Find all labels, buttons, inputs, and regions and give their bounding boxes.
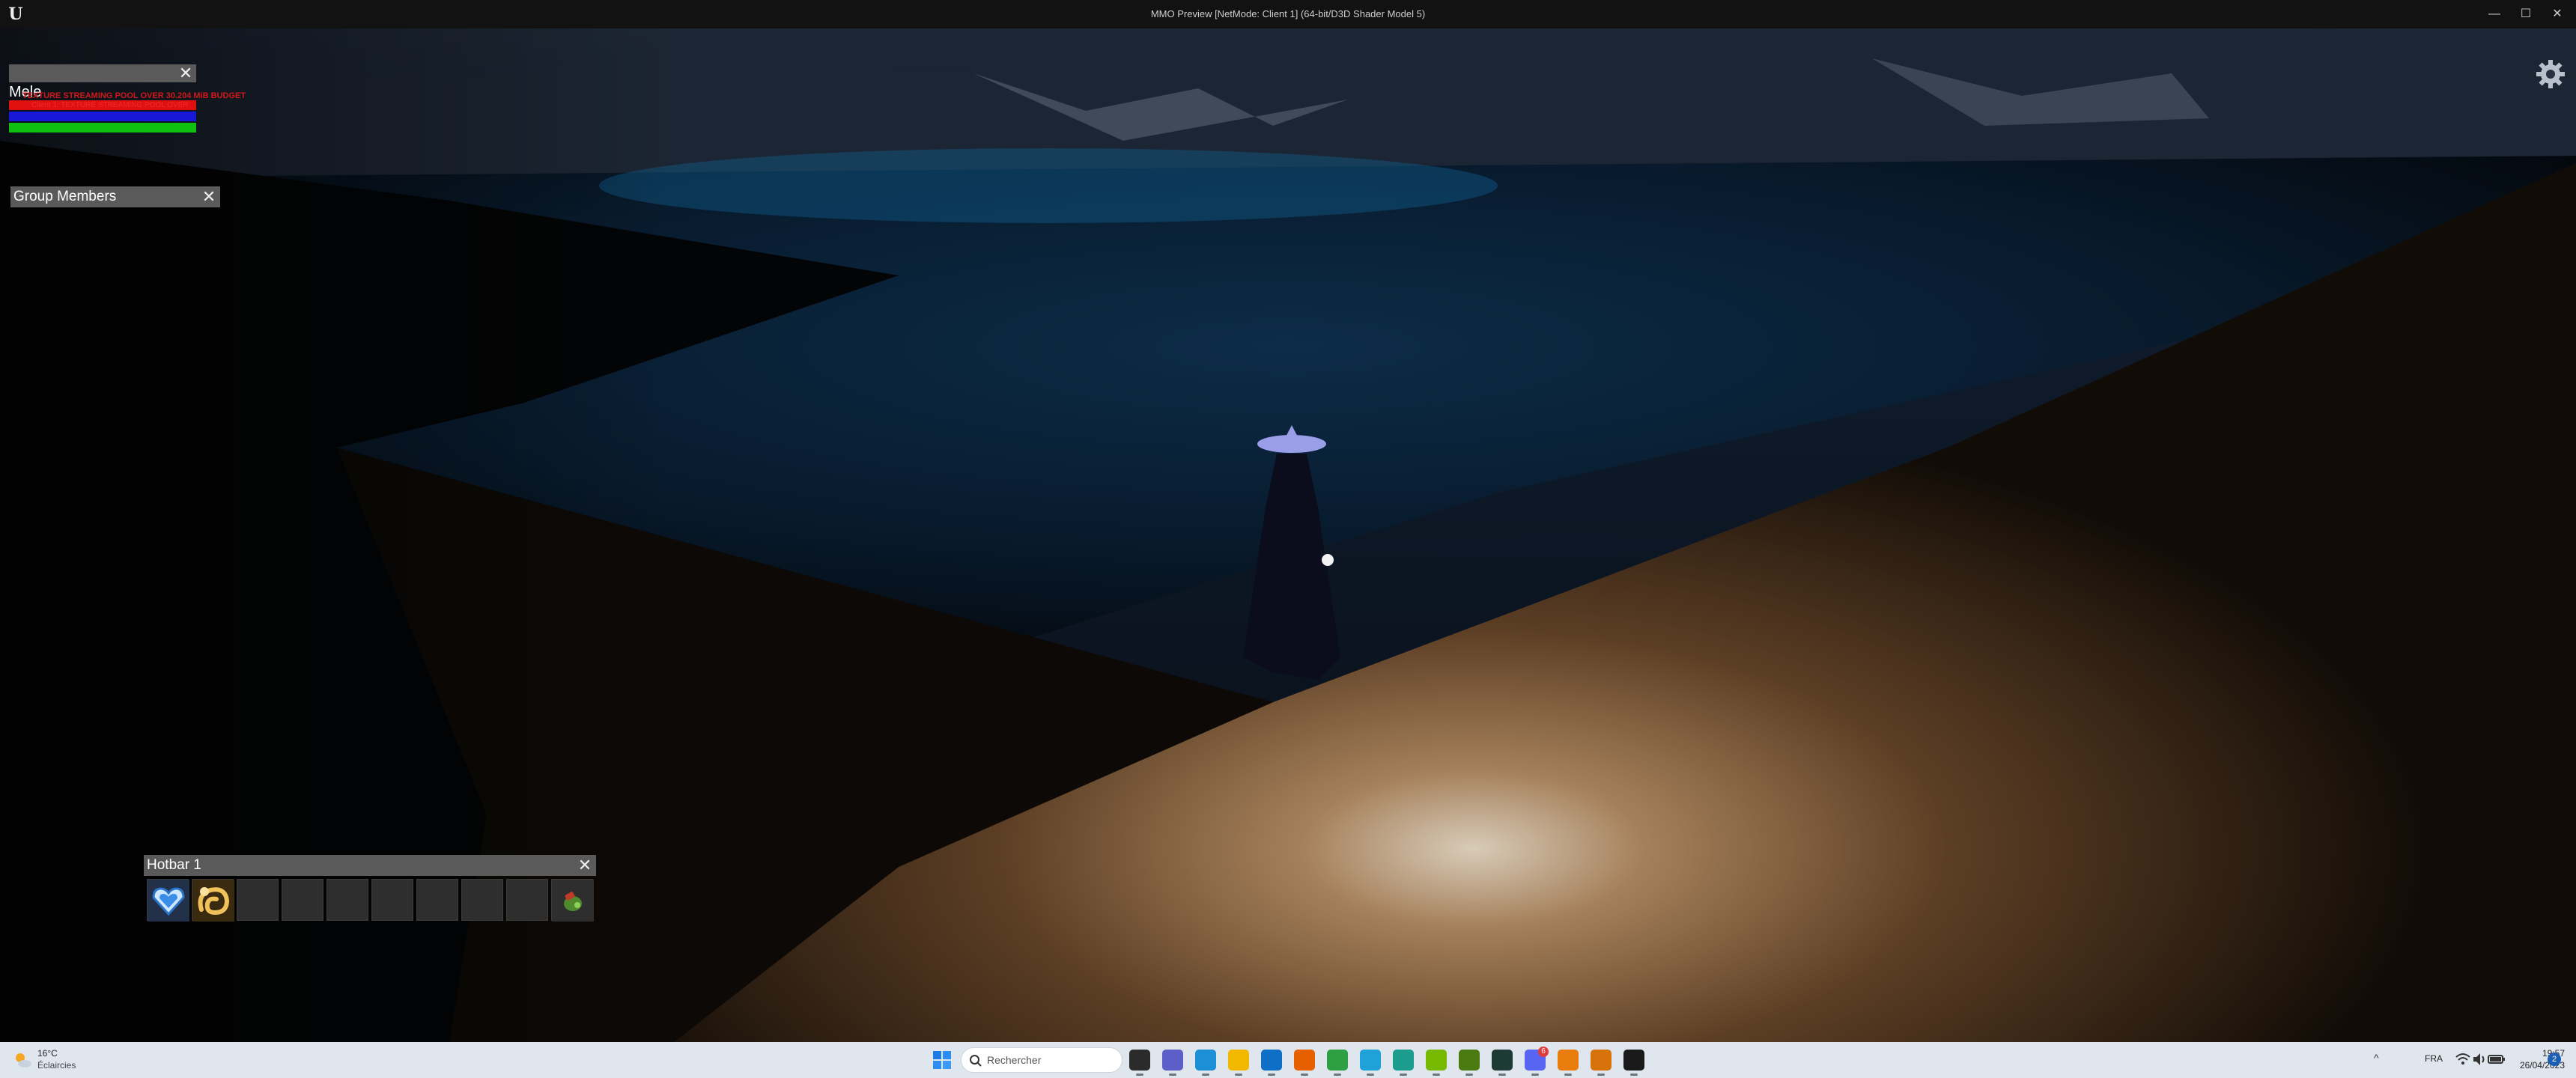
taskbar-running-indicator (1433, 1074, 1440, 1076)
taskbar-app-teal-icon[interactable] (1393, 1050, 1414, 1071)
taskbar-running-indicator (1334, 1074, 1341, 1076)
taskbar-running-indicator (1597, 1074, 1605, 1076)
minimize-button[interactable]: — (2477, 0, 2512, 28)
taskbar-app-blue-icon[interactable] (1360, 1050, 1381, 1071)
taskbar-running-indicator (1400, 1074, 1407, 1076)
gear-icon[interactable] (2535, 58, 2566, 90)
hotbar-slot-5[interactable] (326, 879, 368, 921)
hotbar-slot-3[interactable] (237, 879, 279, 921)
close-window-button[interactable]: ✕ (2540, 0, 2575, 28)
heart-gem-icon (148, 880, 189, 922)
taskbar-chrome-icon[interactable] (1327, 1050, 1348, 1071)
hotbar-close-button[interactable]: ✕ (577, 856, 593, 874)
hotbar-slot-10[interactable] (551, 879, 594, 922)
battery-icon[interactable] (2488, 1053, 2506, 1066)
mana-bar (9, 112, 196, 121)
taskbar-edge-icon[interactable] (1195, 1050, 1216, 1071)
debug-overlay-text: Client 1: TEXTURE STREAMING POOL OVER (31, 101, 189, 109)
hotbar-slot-8[interactable] (461, 879, 503, 921)
game-viewport[interactable]: ✕ Mele TEXTURE STREAMING POOL OVER 30.20… (0, 28, 2576, 1042)
window-title: MMO Preview [NetMode: Client 1] (64-bit/… (1150, 8, 1426, 19)
stamina-bar (9, 123, 196, 133)
hotbar-slot-6[interactable] (371, 879, 413, 921)
hotbar-header[interactable]: Hotbar 1 ✕ (144, 855, 596, 876)
windows-taskbar: 16°C Éclaircies Rechercher 6 ^ FRA 19:57… (0, 1042, 2576, 1078)
discord-badge: 6 (1538, 1047, 1549, 1057)
hotbar-slot-2[interactable] (192, 879, 234, 922)
taskbar-running-indicator (1235, 1074, 1242, 1076)
window-title-bar[interactable]: U MMO Preview [NetMode: Client 1] (64-bi… (0, 0, 2576, 28)
hotbar-slots (147, 879, 594, 922)
hotbar-title: Hotbar 1 (147, 857, 201, 873)
taskbar-running-indicator (1465, 1074, 1473, 1076)
weather-temperature[interactable]: 16°C (37, 1048, 58, 1059)
taskbar-search-box[interactable]: Rechercher (961, 1047, 1123, 1073)
taskbar-running-indicator (1564, 1074, 1572, 1076)
group-members-close-button[interactable]: ✕ (201, 188, 217, 206)
taskbar-running-indicator (1531, 1074, 1539, 1076)
tray-overflow-chevron-icon[interactable]: ^ (2374, 1052, 2379, 1064)
maximize-button[interactable]: ☐ (2509, 0, 2543, 28)
taskbar-file-explorer-icon[interactable] (1228, 1050, 1249, 1071)
taskbar-nvidia-icon[interactable] (1426, 1050, 1447, 1071)
taskbar-task-view-icon[interactable] (1129, 1050, 1150, 1071)
player-frame-close-button[interactable]: ✕ (177, 64, 195, 82)
taskbar-blender-icon[interactable] (1558, 1050, 1579, 1071)
taskbar-running-indicator (1169, 1074, 1176, 1076)
hotbar-slot-1[interactable] (147, 879, 189, 922)
hotbar-slot-7[interactable] (416, 879, 458, 921)
notification-badge[interactable]: 2 (2548, 1053, 2561, 1066)
player-unit-frame[interactable]: ✕ Mele TEXTURE STREAMING POOL OVER 30.20… (9, 61, 246, 136)
taskbar-running-indicator (1301, 1074, 1308, 1076)
player-frame-drag-bar[interactable] (9, 64, 196, 82)
taskbar-app-dark-circle-icon[interactable] (1492, 1050, 1513, 1071)
taskbar-running-indicator (1136, 1074, 1143, 1076)
group-members-title: Group Members (13, 189, 117, 204)
taskbar-blender-2-icon[interactable] (1591, 1050, 1611, 1071)
weather-description[interactable]: Éclaircies (37, 1060, 76, 1071)
taskbar-nvidia-geforce-icon[interactable] (1459, 1050, 1480, 1071)
search-placeholder: Rechercher (987, 1054, 1042, 1066)
search-icon (970, 1055, 982, 1067)
taskbar-running-indicator (1268, 1074, 1275, 1076)
group-members-panel[interactable]: Group Members ✕ (10, 186, 220, 207)
texture-streaming-warning: TEXTURE STREAMING POOL OVER 30.204 MiB B… (22, 91, 246, 100)
hotbar-slot-9[interactable] (506, 879, 548, 921)
taskbar-running-indicator (1498, 1074, 1506, 1076)
potion-pouch-icon (552, 880, 594, 922)
windows-start-icon[interactable] (932, 1050, 952, 1070)
hotbar[interactable]: Hotbar 1 ✕ (144, 855, 596, 922)
speaker-icon[interactable] (2471, 1051, 2488, 1068)
golden-swirl-icon (192, 880, 234, 922)
wifi-icon[interactable] (2455, 1051, 2471, 1068)
taskbar-running-indicator (1367, 1074, 1374, 1076)
taskbar-firefox-icon[interactable] (1294, 1050, 1315, 1071)
taskbar-running-indicator (1202, 1074, 1209, 1076)
taskbar-mail-icon[interactable] (1261, 1050, 1282, 1071)
partly-sunny-icon[interactable] (12, 1050, 33, 1071)
hotbar-slot-4[interactable] (282, 879, 323, 921)
taskbar-unreal-engine-icon[interactable] (1623, 1050, 1644, 1071)
taskbar-teams-icon[interactable] (1162, 1050, 1183, 1071)
taskbar-running-indicator (1630, 1074, 1638, 1076)
input-language[interactable]: FRA (2425, 1053, 2443, 1064)
